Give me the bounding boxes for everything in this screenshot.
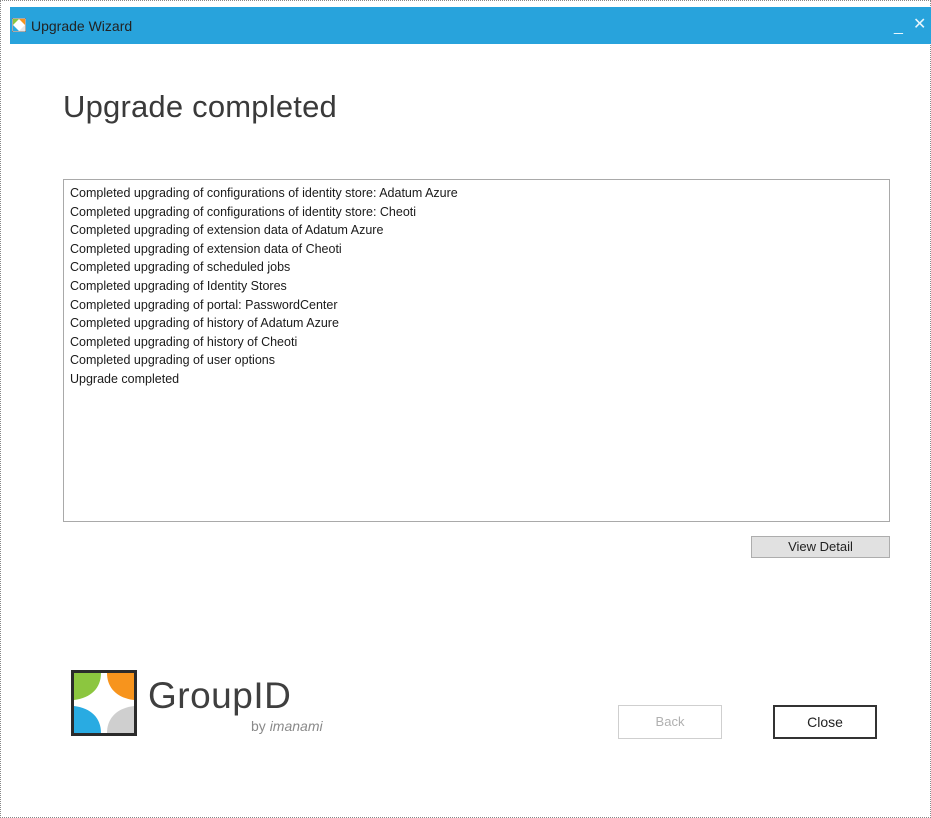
close-button[interactable]: Close <box>773 705 877 739</box>
log-line: Completed upgrading of history of Cheoti <box>70 334 298 349</box>
minimize-button[interactable]: _ <box>894 19 903 35</box>
groupid-logo: GroupID by imanami <box>71 670 341 740</box>
logo-brand: imanami <box>269 718 323 734</box>
title-bar: Upgrade Wizard _ ✕ <box>10 7 931 44</box>
window-title: Upgrade Wizard <box>31 18 133 34</box>
upgrade-wizard-window: Upgrade Wizard _ ✕ Upgrade completed Com… <box>0 0 931 818</box>
view-detail-button[interactable]: View Detail <box>751 536 890 558</box>
close-window-button[interactable]: ✕ <box>913 17 926 33</box>
log-line: Completed upgrading of configurations of… <box>70 204 417 219</box>
back-button[interactable]: Back <box>618 705 722 739</box>
log-line: Completed upgrading of extension data of… <box>70 223 384 238</box>
groupid-logo-icon <box>71 670 137 736</box>
log-line: Completed upgrading of user options <box>70 353 275 368</box>
log-line: Completed upgrading of extension data of… <box>70 241 342 256</box>
log-line: Completed upgrading of Identity Stores <box>70 278 287 293</box>
log-line: Completed upgrading of scheduled jobs <box>70 260 291 275</box>
logo-wordmark: GroupID <box>148 675 292 716</box>
logo-byline: by imanami <box>251 718 323 734</box>
upgrade-log-list[interactable]: Completed upgrading of configurations of… <box>63 179 890 522</box>
log-line: Completed upgrading of configurations of… <box>70 186 458 200</box>
log-line: Completed upgrading of history of Adatum… <box>70 316 339 331</box>
log-line: Completed upgrading of portal: PasswordC… <box>70 297 338 312</box>
page-title: Upgrade completed <box>63 89 337 124</box>
logo-by: by <box>251 718 266 734</box>
log-line: Upgrade completed <box>70 371 180 386</box>
app-icon <box>12 18 26 32</box>
